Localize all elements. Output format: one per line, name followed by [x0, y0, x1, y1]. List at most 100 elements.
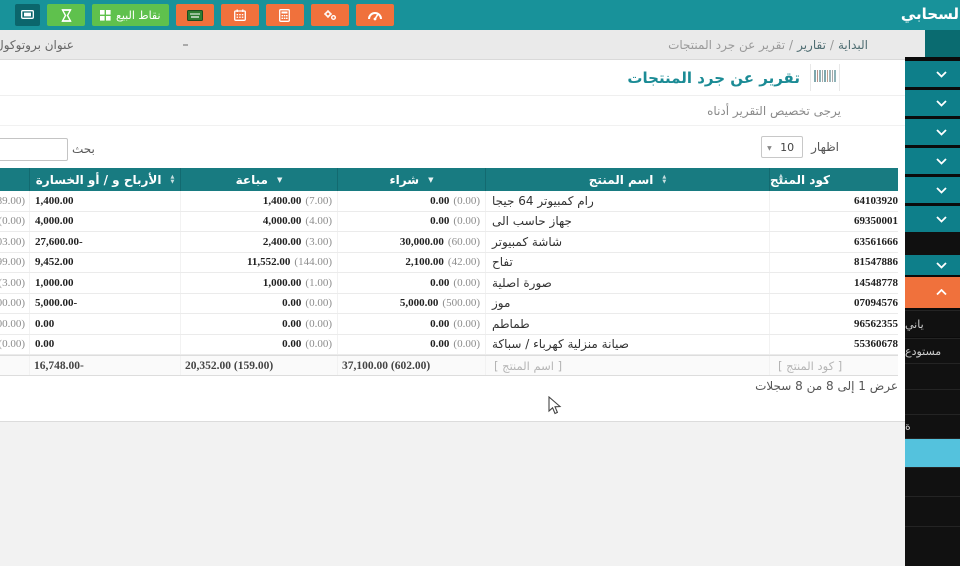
buy-value: 0.00	[430, 318, 449, 330]
col-header-label: شراء	[390, 173, 420, 187]
sold-qty: (7.00)	[305, 195, 332, 207]
app-root: { "app": { "brand_fragment": "لسحابي" },…	[0, 0, 960, 566]
sort-icon: ▼	[428, 176, 433, 184]
sidebar-item-1[interactable]	[905, 61, 960, 87]
profit-value: 5,000.00-	[35, 297, 77, 309]
col-header-clipped[interactable]: ▲▼	[0, 168, 29, 191]
table-row[interactable]: 14548778 صورة اصلية 0.00(0.00) 1,000.00(…	[0, 273, 898, 294]
clipped-value: 500.00)	[0, 318, 25, 330]
sort-icon: ▲▼	[170, 175, 174, 184]
col-header-product-code[interactable]: ▲▼ كود المنتج	[769, 168, 898, 191]
records-summary: عرض 1 إلى 8 من 8 سجلات	[755, 379, 898, 393]
product-code: 63561666	[776, 236, 898, 248]
sold-value: 0.00	[282, 318, 301, 330]
brand-name[interactable]: لسحابي	[901, 5, 959, 23]
sold-value: 4,000.00	[263, 215, 302, 227]
submenu-item-3[interactable]	[905, 363, 960, 389]
sidebar-item-5[interactable]	[905, 177, 960, 203]
profit-value: 1,400.00	[35, 195, 74, 207]
buy-value: 0.00	[430, 195, 449, 207]
title-row: تقرير عن جرد المنتجات	[0, 60, 905, 96]
breadcrumb-separator: /	[830, 38, 834, 52]
barcode-icon	[814, 68, 836, 88]
buy-qty: (0.00)	[453, 338, 480, 350]
sold-value: 0.00	[282, 297, 301, 309]
calendar-icon	[234, 9, 246, 21]
clipped-value: 899.00)	[0, 256, 25, 268]
breadcrumb-home-link[interactable]: البداية	[838, 38, 868, 52]
clipped-value: 489.00)	[0, 195, 25, 207]
chevron-up-icon	[936, 289, 947, 296]
breadcrumb-current: تقرير عن جرد المنتجات	[668, 38, 785, 52]
sidebar-item-reports-expanded[interactable]	[905, 277, 960, 308]
clipped-value: (0.00)	[0, 338, 25, 350]
chevron-down-icon	[936, 129, 947, 136]
gears-icon	[323, 9, 337, 21]
product-name: تفاح	[485, 253, 769, 273]
product-code: 64103920	[776, 195, 898, 207]
hourglass-icon	[61, 9, 72, 22]
product-code: 07094576	[776, 297, 898, 309]
col-header-buy[interactable]: ▼ شراء	[337, 168, 485, 191]
product-code: 14548778	[776, 277, 898, 289]
clipped-value: (0.00)	[0, 215, 25, 227]
show-entries-select[interactable]: ▼ 10	[761, 136, 803, 158]
hourglass-button[interactable]	[47, 4, 85, 26]
submenu-label-fragment: ة	[905, 420, 911, 433]
table-row[interactable]: 63561666 شاشة كمبيوتر 30,000.00(60.00) 2…	[0, 232, 898, 253]
footer-code-label: [ كود المنتج ]	[770, 359, 898, 373]
product-name: رام كمبيوتر 64 جيجا	[485, 191, 769, 211]
submenu-item-8[interactable]	[905, 526, 960, 566]
table-row[interactable]: 81547886 تفاح 2,100.00(42.00) 11,552.00(…	[0, 253, 898, 274]
col-header-product-name[interactable]: ▲▼ اسم المنتج	[485, 168, 769, 191]
sidebar-item-8[interactable]	[905, 255, 960, 275]
sidebar-item-7[interactable]	[905, 232, 960, 255]
chevron-down-icon	[936, 100, 947, 107]
gears-button[interactable]	[311, 4, 349, 26]
table-row[interactable]: 55360678 صيانة منزلية كهرباء / سباكة 0.0…	[0, 335, 898, 356]
page-subtitle: يرجى تخصيص التقرير أدناه	[707, 104, 841, 118]
sold-qty: (0.00)	[305, 297, 332, 309]
footer-name-label: [ اسم المنتج ]	[486, 359, 769, 373]
saudi-flag-button[interactable]	[176, 4, 214, 26]
buy-qty: (42.00)	[448, 256, 480, 268]
sold-qty: (0.00)	[305, 338, 332, 350]
col-header-label: الأرباح و / أو الخسارة	[36, 173, 162, 187]
col-header-profit-loss[interactable]: ▲▼ الأرباح و / أو الخسارة	[29, 168, 180, 191]
search-input[interactable]	[0, 138, 68, 161]
monitor-button[interactable]	[15, 4, 40, 26]
submenu-item-active[interactable]	[905, 438, 960, 467]
sold-value: 0.00	[282, 338, 301, 350]
product-code: 81547886	[776, 256, 898, 268]
pos-button[interactable]: نقاط البيع	[92, 4, 169, 26]
sidebar-item-2[interactable]	[905, 90, 960, 116]
product-name: شاشة كمبيوتر	[485, 232, 769, 252]
sort-icon: ▲▼	[662, 175, 666, 184]
profit-total: 16,748.00-	[30, 360, 180, 372]
chevron-down-icon	[936, 262, 947, 269]
monitor-icon	[21, 10, 34, 21]
dashboard-button[interactable]	[356, 4, 394, 26]
topbar: لسحابي نقاط البيع	[0, 0, 960, 30]
submenu-item-1[interactable]: ياني	[905, 310, 960, 337]
col-header-sold[interactable]: ▼ مباعة	[180, 168, 337, 191]
table-row[interactable]: 07094576 موز 5,000.00(500.00) 0.00(0.00)…	[0, 294, 898, 315]
search-label: بحث	[72, 142, 95, 156]
table-header-row: ▲▼ كود المنتج ▲▼ اسم المنتج ▼ شراء ▼ مبا…	[0, 168, 898, 191]
sidebar-item-6[interactable]	[905, 206, 960, 232]
breadcrumb-reports-link[interactable]: تقارير	[797, 38, 826, 52]
table-row[interactable]: 64103920 رام كمبيوتر 64 جيجا 0.00(0.00) …	[0, 191, 898, 212]
submenu-item-4[interactable]	[905, 389, 960, 414]
submenu-item-7[interactable]	[905, 496, 960, 526]
calculator-button[interactable]	[266, 4, 304, 26]
submenu-item-6[interactable]	[905, 467, 960, 496]
submenu-item-2[interactable]: مستودع	[905, 338, 960, 363]
table-row[interactable]: 69350001 جهاز حاسب الى 0.00(0.00) 4,000.…	[0, 212, 898, 233]
table-row[interactable]: 96562355 طماطم 0.00(0.00) 0.00(0.00) 0.0…	[0, 314, 898, 335]
submenu-item-5[interactable]: ة	[905, 414, 960, 438]
sidebar-item-4[interactable]	[905, 148, 960, 174]
sidebar: ياني مستودع ة	[905, 57, 960, 566]
buy-value: 0.00	[430, 277, 449, 289]
sidebar-item-3[interactable]	[905, 119, 960, 145]
calendar-button[interactable]	[221, 4, 259, 26]
